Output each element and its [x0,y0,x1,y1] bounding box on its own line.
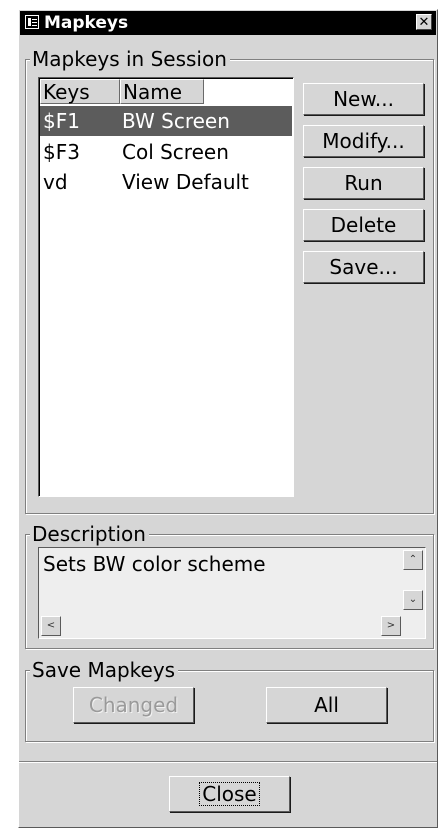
delete-button[interactable]: Delete [303,209,424,241]
description-textarea[interactable]: Sets BW color scheme ⌃ ⌄ < > [38,547,426,639]
row-keys: $F3 [43,140,80,164]
group-legend: Save Mapkeys [30,659,179,681]
close-icon[interactable]: ✕ [416,14,432,30]
row-name: BW Screen [122,109,230,133]
close-button-label: Close [199,782,260,806]
list-row[interactable]: $F3 Col Screen [40,137,292,167]
group-legend: Mapkeys in Session [30,48,230,70]
window-menu-icon[interactable] [25,15,39,29]
modify-button[interactable]: Modify... [303,125,424,157]
run-button[interactable]: Run [303,167,424,199]
close-button[interactable]: Close [169,776,290,812]
mapkeys-list[interactable]: Keys Name $F1 BW Screen $F3 Col Screen v… [38,77,294,497]
save-button[interactable]: Save... [303,251,424,283]
column-header-name[interactable]: Name [120,79,204,104]
list-header: Keys Name [40,79,292,105]
description-text: Sets BW color scheme [43,552,266,576]
group-legend: Description [30,523,149,545]
list-row[interactable]: $F1 BW Screen [40,106,292,136]
changed-button[interactable]: Changed [73,687,194,723]
scroll-down-icon[interactable]: ⌄ [403,590,423,610]
window-title: Mapkeys [44,13,129,33]
footer-separator [19,761,437,763]
scroll-left-icon[interactable]: < [41,616,61,636]
scroll-right-icon[interactable]: > [381,616,401,636]
row-keys: $F1 [43,109,80,133]
row-keys: vd [43,170,68,194]
all-button[interactable]: All [266,687,387,723]
column-header-keys[interactable]: Keys [40,79,120,104]
mapkeys-dialog: Mapkeys ✕ Mapkeys in Session Keys Name $… [18,9,438,828]
scroll-up-icon[interactable]: ⌃ [403,550,423,570]
row-name: View Default [122,170,249,194]
row-name: Col Screen [122,140,229,164]
new-button[interactable]: New... [303,83,424,115]
list-row[interactable]: vd View Default [40,167,292,197]
title-bar[interactable]: Mapkeys ✕ [20,11,436,35]
